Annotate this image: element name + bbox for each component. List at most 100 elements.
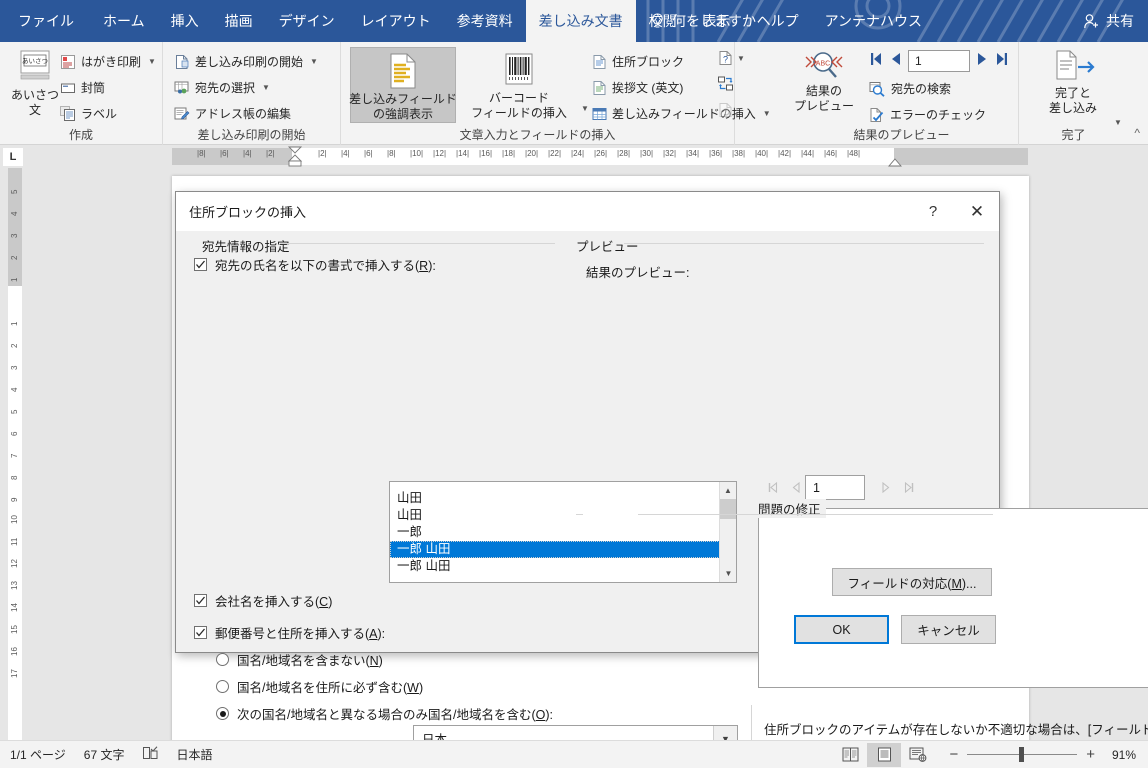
radio-only-if-different[interactable]: 次の国名/地域名と異なる場合のみ国名/地域名を含む(O): [216, 704, 553, 723]
tab-draw[interactable]: 描画 [212, 0, 266, 42]
match-fields-ribbon-button[interactable] [718, 76, 734, 97]
labels-button[interactable]: ラベル [60, 103, 117, 124]
web-layout-button[interactable] [901, 743, 935, 767]
proofing-icon[interactable] [142, 746, 158, 763]
page-count[interactable]: 1/1 ページ [10, 746, 66, 763]
zoom-level[interactable]: 91% [1112, 748, 1136, 762]
name-format-option[interactable]: 一郎 山田 [390, 558, 736, 575]
last-record-icon[interactable] [994, 52, 1009, 71]
preview-record-navigator-right[interactable] [874, 475, 920, 500]
collapse-ribbon-button[interactable]: ^ [1134, 126, 1140, 140]
tab-layout[interactable]: レイアウト [348, 0, 444, 42]
language-indicator[interactable]: 日本語 [176, 746, 212, 763]
checkbox-insert-postal-address[interactable]: 郵便番号と住所を挿入する(A): [194, 623, 385, 642]
barcode-field-button[interactable]: バーコード フィールドの挿入 [464, 47, 574, 121]
word-count[interactable]: 67 文字 [84, 746, 125, 763]
scroll-up-icon[interactable]: ▲ [720, 482, 736, 499]
record-number-input[interactable]: 1 [908, 50, 970, 72]
next-record-icon[interactable] [976, 52, 988, 71]
last-record-button[interactable] [897, 475, 920, 500]
greeting-text-button[interactable]: あいさつ あいさつ 文 [6, 48, 64, 118]
highlight-merge-fields-button[interactable]: 差し込みフィールド の強調表示 [349, 47, 457, 123]
start-mail-merge-button[interactable]: 差し込み印刷の開始 [174, 51, 318, 72]
vruler-tick: 17 [10, 669, 19, 678]
chevron-down-icon[interactable] [148, 57, 156, 66]
checkbox-box[interactable] [194, 258, 207, 271]
chevron-down-icon[interactable] [262, 83, 270, 92]
previous-record-icon[interactable] [890, 52, 902, 71]
vertical-ruler[interactable]: 5 4 3 2 1 1 2 3 4 5 6 7 8 9 10 11 12 13 14 15 16 17 [0, 168, 26, 740]
chevron-down-icon[interactable] [763, 109, 771, 118]
name-format-listbox[interactable]: 山田 山田 一郎 一郎 山田 一郎 山田 ▲ ▼ [389, 481, 737, 583]
find-recipient-button[interactable]: 宛先の検索 [869, 78, 951, 99]
right-indent-marker[interactable] [887, 158, 903, 168]
dialog-close-button[interactable]: ✕ [955, 192, 999, 231]
print-layout-button[interactable] [867, 742, 902, 767]
envelope-button[interactable]: 封筒 [60, 77, 105, 98]
check-errors-button[interactable]: エラーのチェック [869, 104, 986, 125]
edit-recipient-list-button[interactable]: アドレス帳の編集 [174, 103, 291, 124]
radio-circle[interactable] [216, 653, 229, 666]
zoom-out-button[interactable]: − [949, 747, 958, 762]
tell-me-search[interactable]: 何をしますか [650, 0, 756, 42]
name-format-option[interactable]: 山田 [390, 490, 736, 507]
tab-file[interactable]: ファイル [0, 0, 90, 42]
vruler-tick: 4 [10, 211, 19, 216]
tab-mailings[interactable]: 差し込み文書 [525, 0, 636, 42]
tab-insert[interactable]: 挿入 [158, 0, 212, 42]
select-recipients-button[interactable]: 宛先の選択 [174, 77, 270, 98]
checkbox-box[interactable] [194, 594, 207, 607]
preview-results-button[interactable]: ABC 結果の プレビュー [791, 48, 857, 114]
horizontal-ruler[interactable]: |8| |6| |4| |2| |2| |4| |6| |8| |10| |12| |14| |16|… [26, 146, 1148, 168]
address-block-button[interactable]: 住所ブロック [592, 51, 684, 72]
hruler-tick: |44| [801, 149, 815, 158]
greeting-line-button[interactable]: 挨拶文 (英文) [592, 77, 683, 98]
vruler-tick: 5 [10, 189, 19, 194]
tab-home[interactable]: ホーム [90, 0, 158, 42]
tab-selector[interactable]: L [0, 146, 26, 168]
tab-design[interactable]: デザイン [266, 0, 348, 42]
scrollbar-thumb[interactable] [720, 499, 736, 519]
checkbox-insert-recipient-name[interactable]: 宛先の氏名を以下の書式で挿入する(R): [194, 255, 436, 274]
insert-merge-field-button[interactable]: 差し込みフィールドの挿入 [592, 103, 771, 124]
scroll-down-icon[interactable]: ▼ [720, 565, 736, 582]
name-format-option[interactable]: 一郎 [390, 524, 736, 541]
dialog-help-button[interactable]: ? [911, 192, 955, 231]
name-format-option[interactable]: 一郎 山田 [390, 541, 736, 558]
radio-always-include-country[interactable]: 国名/地域名を住所に必ず含む(W) [216, 677, 423, 696]
first-record-icon[interactable] [869, 52, 884, 71]
finish-and-merge-button[interactable]: 完了と 差し込み [1037, 48, 1109, 116]
rules-button[interactable]: ? [718, 50, 745, 66]
zoom-slider[interactable]: − + 91% [949, 747, 1136, 762]
checkbox-insert-company-name[interactable]: 会社名を挿入する(C) [194, 591, 332, 610]
checkbox-box[interactable] [194, 626, 207, 639]
share-button[interactable]: 共有 [1083, 0, 1134, 42]
record-navigator[interactable]: 1 [869, 50, 1009, 72]
chevron-down-icon[interactable] [581, 104, 589, 113]
tab-antennahouse[interactable]: アンテナハウス [812, 0, 935, 42]
radio-circle[interactable] [216, 707, 229, 720]
first-line-indent-marker[interactable] [286, 146, 304, 168]
ok-button[interactable]: OK [794, 615, 889, 644]
chevron-down-icon[interactable] [310, 57, 318, 66]
radio-never-include-country[interactable]: 国名/地域名を含まない(N) [216, 650, 383, 669]
name-format-option[interactable]: 山田 [390, 507, 736, 524]
chevron-down-icon[interactable] [737, 54, 745, 63]
cancel-button[interactable]: キャンセル [901, 615, 996, 644]
radio-circle[interactable] [216, 680, 229, 693]
next-record-button[interactable] [874, 475, 897, 500]
tab-references[interactable]: 参考資料 [444, 0, 526, 42]
read-mode-button[interactable] [833, 743, 867, 767]
postcard-print-button[interactable]: はがき印刷 [60, 51, 156, 72]
first-record-button[interactable] [761, 475, 784, 500]
preview-record-navigator[interactable] [761, 475, 807, 500]
match-fields-button[interactable]: フィールドの対応(M)... [832, 568, 992, 596]
preview-record-number-input[interactable]: 1 [805, 475, 865, 500]
zoom-in-button[interactable]: + [1086, 747, 1095, 762]
zoom-handle[interactable] [1019, 747, 1025, 762]
vruler-tick: 4 [10, 387, 19, 392]
listbox-scrollbar[interactable]: ▲ ▼ [719, 482, 736, 582]
previous-record-button[interactable] [784, 475, 807, 500]
ribbon-tabs[interactable]: ファイル ホーム 挿入 描画 デザイン レイアウト 参考資料 差し込み文書 校閲… [0, 0, 935, 42]
zoom-track[interactable] [967, 747, 1078, 762]
